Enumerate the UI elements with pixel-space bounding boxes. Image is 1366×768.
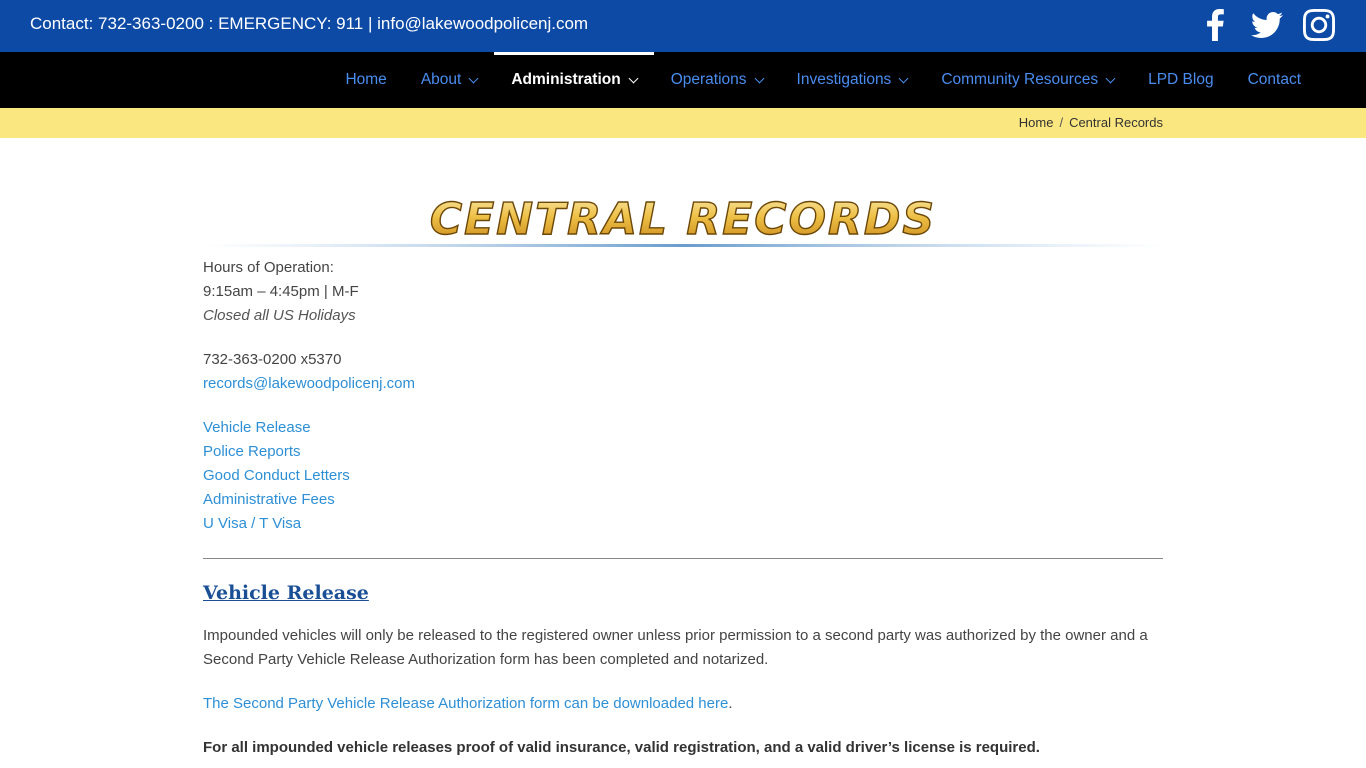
link-police-reports[interactable]: Police Reports — [203, 440, 1163, 464]
banner-title: CENTRAL RECORDS — [430, 194, 936, 245]
nav-item-community-resources[interactable]: Community Resources — [924, 52, 1131, 108]
link-u-visa-t-visa[interactable]: U Visa / T Visa — [203, 512, 1163, 536]
chevron-down-icon — [1105, 73, 1116, 83]
chevron-down-icon — [628, 73, 639, 83]
download-paragraph: The Second Party Vehicle Release Authori… — [203, 695, 733, 712]
hours-holidays: Closed all US Holidays — [203, 307, 356, 324]
contact-info[interactable]: Contact: 732-363-0200 : EMERGENCY: 911 |… — [30, 13, 588, 35]
link-good-conduct-letters[interactable]: Good Conduct Letters — [203, 464, 1163, 488]
hours-times: 9:15am – 4:45pm | M-F — [203, 283, 359, 300]
contact-section: 732-363-0200 x5370 records@lakewoodpolic… — [203, 348, 1163, 396]
link-administrative-fees[interactable]: Administrative Fees — [203, 488, 1163, 512]
link-vehicle-release[interactable]: Vehicle Release — [203, 416, 1163, 440]
vehicle-release-paragraph: Impounded vehicles will only be released… — [203, 627, 1148, 668]
quick-links: Vehicle Release Police Reports Good Cond… — [203, 416, 1163, 536]
nav-item-about[interactable]: About — [404, 52, 495, 108]
breadcrumb: Home / Central Records — [1019, 115, 1163, 130]
twitter-icon[interactable] — [1250, 8, 1284, 42]
chevron-down-icon — [754, 73, 764, 83]
central-records-banner: CENTRAL RECORDS — [203, 193, 1163, 247]
records-email-link[interactable]: records@lakewoodpolicenj.com — [203, 372, 1163, 396]
breadcrumb-current: Central Records — [1069, 115, 1163, 130]
hours-section: Hours of Operation: 9:15am – 4:45pm | M-… — [203, 256, 1163, 328]
nav-item-administration[interactable]: Administration — [494, 52, 655, 108]
breadcrumb-separator: / — [1059, 115, 1064, 130]
main-content: CENTRAL RECORDS Hours of Operation: 9:15… — [203, 138, 1163, 760]
vehicle-release-heading[interactable]: Vehicle Release — [203, 580, 369, 606]
nav-item-contact[interactable]: Contact — [1231, 52, 1301, 108]
facebook-icon[interactable] — [1198, 8, 1232, 42]
nav-item-investigations[interactable]: Investigations — [780, 52, 925, 108]
breadcrumb-bar: Home / Central Records — [0, 108, 1366, 138]
social-links — [1198, 8, 1336, 42]
nav-item-lpd-blog[interactable]: LPD Blog — [1131, 52, 1230, 108]
chevron-down-icon — [898, 73, 909, 83]
breadcrumb-home[interactable]: Home — [1019, 115, 1054, 130]
instagram-icon[interactable] — [1302, 8, 1336, 42]
top-contact-bar: Contact: 732-363-0200 : EMERGENCY: 911 |… — [0, 0, 1366, 52]
nav-item-operations[interactable]: Operations — [654, 52, 780, 108]
hours-label: Hours of Operation: — [203, 259, 334, 276]
vehicle-release-section: Vehicle Release Impounded vehicles will … — [203, 580, 1163, 760]
nav-menu: Home About Administration Operations Inv… — [328, 52, 1301, 108]
nav-item-home[interactable]: Home — [328, 52, 403, 108]
main-navigation: Home About Administration Operations Inv… — [0, 52, 1366, 108]
download-form-link[interactable]: The Second Party Vehicle Release Authori… — [203, 695, 728, 712]
page-banner: CENTRAL RECORDS — [203, 138, 1163, 256]
records-phone: 732-363-0200 x5370 — [203, 351, 342, 368]
requirement-notice: For all impounded vehicle releases proof… — [203, 739, 1040, 756]
chevron-down-icon — [468, 73, 479, 83]
